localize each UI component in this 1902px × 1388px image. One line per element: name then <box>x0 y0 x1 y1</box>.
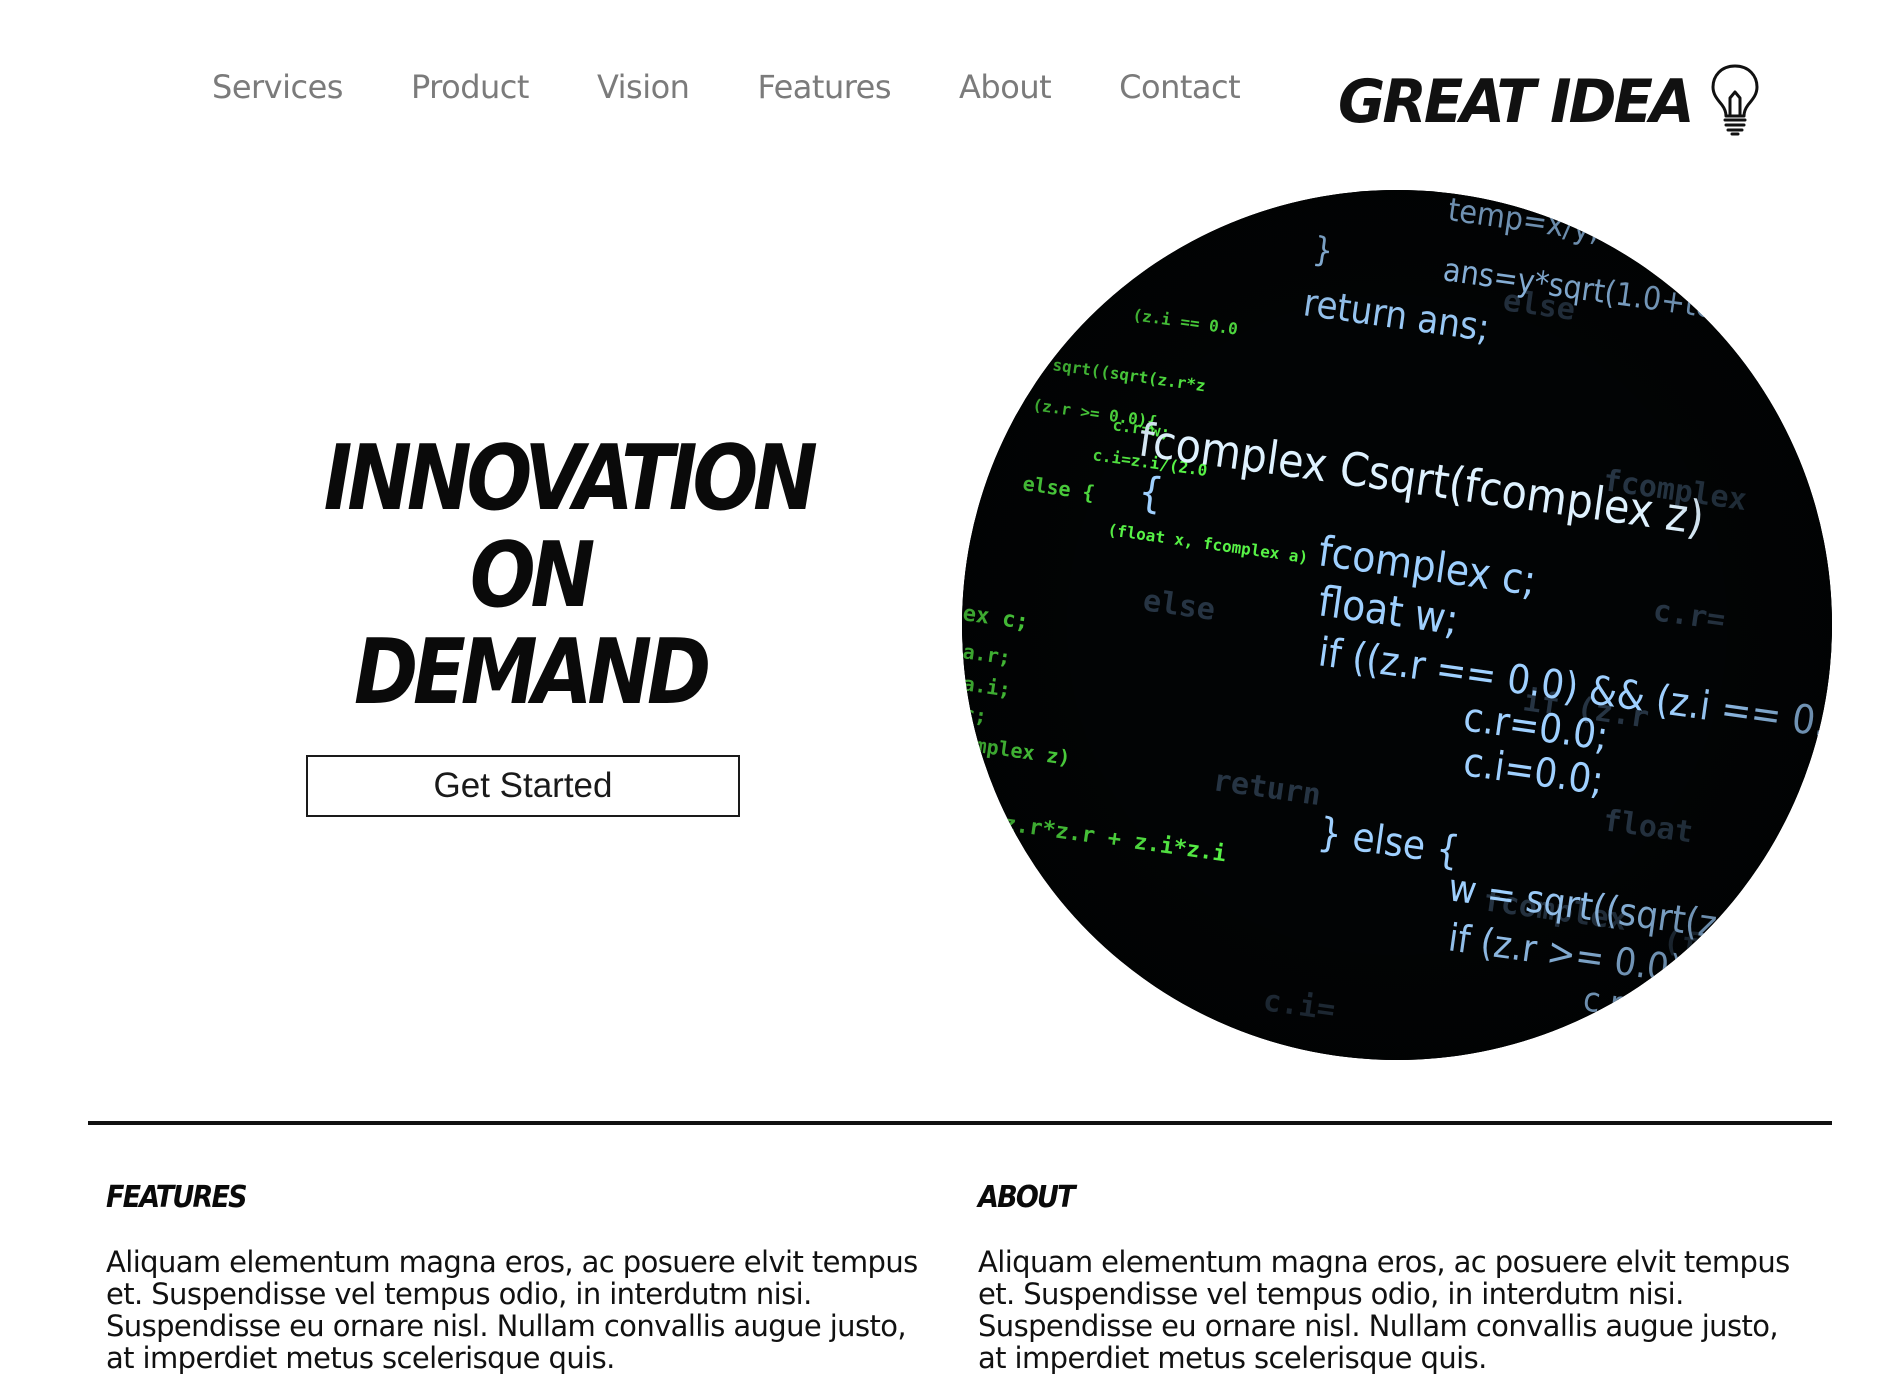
logo-text: GREAT IDEA <box>1338 67 1695 137</box>
about-section: ABOUT Aliquam elementum magna eros, ac p… <box>978 1176 1808 1374</box>
nav-link-services[interactable]: Services <box>212 68 343 106</box>
code-screen-image: elsefcomplexc.r=if (z.rreturnfloatc.i=(f… <box>962 190 1832 1060</box>
hero-title-line-2: ON <box>469 523 595 628</box>
features-section: FEATURES Aliquam elementum magna eros, a… <box>106 1176 936 1374</box>
nav-link-vision[interactable]: Vision <box>597 68 690 106</box>
nav-link-product[interactable]: Product <box>411 68 530 106</box>
hero-title-line-1: INNOVATION <box>323 426 818 531</box>
about-body: Aliquam elementum magna eros, ac posuere… <box>978 1245 1790 1375</box>
hero-title: INNOVATION ON DEMAND <box>323 426 818 725</box>
about-heading: ABOUT <box>978 1180 1076 1215</box>
main-nav: Services Product Vision Features About C… <box>212 68 1241 106</box>
nav-link-contact[interactable]: Contact <box>1119 68 1241 106</box>
lightbulb-icon <box>1711 64 1758 136</box>
features-heading: FEATURES <box>106 1180 248 1215</box>
section-divider <box>88 1121 1832 1125</box>
nav-link-features[interactable]: Features <box>757 68 891 106</box>
features-body: Aliquam elementum magna eros, ac posuere… <box>106 1245 918 1375</box>
hero-title-line-3: DEMAND <box>353 620 711 725</box>
nav-link-about[interactable]: About <box>959 68 1052 106</box>
get-started-button[interactable]: Get Started <box>306 755 740 817</box>
code-screen-svg: elsefcomplexc.r=if (z.rreturnfloatc.i=(f… <box>962 190 1832 1060</box>
site-logo[interactable]: GREAT IDEA <box>1338 52 1761 137</box>
